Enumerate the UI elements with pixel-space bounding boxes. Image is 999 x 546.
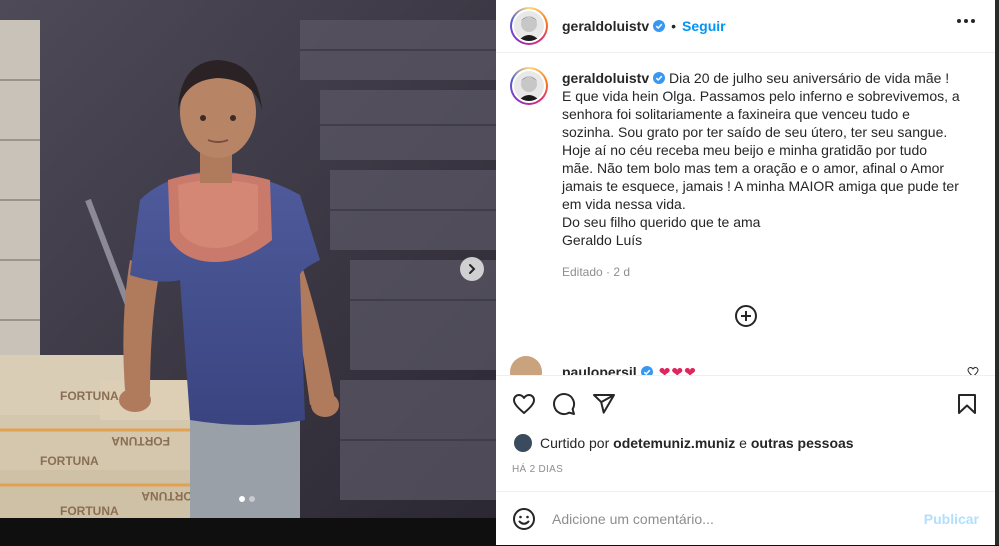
commenter-avatar[interactable] — [510, 356, 542, 375]
caption-username[interactable]: geraldoluistv — [562, 70, 649, 86]
carousel-indicator — [239, 496, 255, 502]
caption: geraldoluistv Dia 20 de julho seu aniver… — [562, 69, 962, 249]
post-actions — [496, 375, 995, 432]
post-side-panel: geraldoluistv • Seguir geraldoluistv Dia… — [496, 0, 995, 545]
heart-icon[interactable] — [512, 392, 536, 416]
emoji-icon[interactable] — [512, 507, 536, 531]
post-header: geraldoluistv • Seguir — [496, 0, 995, 53]
comment-heart-icon[interactable] — [967, 366, 979, 375]
verified-badge-icon — [653, 20, 666, 32]
liked-by-prefix: Curtido por — [540, 435, 610, 451]
author-avatar[interactable] — [510, 7, 548, 45]
window-edge — [995, 0, 999, 545]
post-time[interactable]: HÁ 2 DIAS — [512, 464, 563, 475]
post-photo: FORTUNA FORTUNA FORTUNA FORTUNA FORTUNA — [0, 0, 496, 518]
verified-badge-icon — [640, 366, 653, 375]
comment-input[interactable] — [550, 510, 904, 528]
caption-edited-time: Editado · 2 d — [562, 265, 631, 279]
more-options-icon[interactable] — [957, 19, 975, 23]
comment-item: paulopersil ❤❤❤ — [510, 356, 697, 375]
next-photo-button[interactable] — [460, 257, 484, 281]
publish-button[interactable]: Publicar — [924, 511, 979, 527]
bookmark-icon[interactable] — [955, 392, 979, 416]
avatar-photo — [514, 11, 544, 41]
avatar-photo — [514, 71, 544, 101]
add-circle-icon[interactable] — [734, 304, 758, 328]
caption-avatar[interactable] — [510, 67, 548, 105]
follow-button[interactable]: Seguir — [682, 18, 726, 34]
liker-avatar[interactable] — [514, 434, 532, 452]
post-media[interactable]: FORTUNA FORTUNA FORTUNA FORTUNA FORTUNA — [0, 0, 496, 518]
svg-text:FORTUNA: FORTUNA — [60, 389, 119, 403]
commenter-username[interactable]: paulopersil — [562, 364, 637, 375]
author-username[interactable]: geraldoluistv — [562, 18, 649, 34]
liked-by-others[interactable]: outras pessoas — [751, 435, 854, 451]
header-separator: • — [671, 18, 677, 34]
verified-badge-icon — [653, 72, 666, 84]
svg-text:FORTUNA: FORTUNA — [60, 504, 119, 518]
svg-text:FORTUNA: FORTUNA — [40, 454, 99, 468]
chevron-right-icon — [469, 264, 476, 274]
liked-by: Curtido por odetemuniz.muniz e outras pe… — [514, 434, 854, 452]
carousel-dot-active — [239, 496, 245, 502]
liked-by-suffix: e — [739, 435, 747, 451]
add-comment-bar: Publicar — [496, 491, 995, 546]
share-icon[interactable] — [592, 392, 616, 416]
carousel-dot — [249, 496, 255, 502]
caption-text: Dia 20 de julho seu aniversário de vida … — [562, 70, 960, 248]
comments-section[interactable]: geraldoluistv Dia 20 de julho seu aniver… — [496, 53, 995, 375]
comment-icon[interactable] — [552, 392, 576, 416]
comment-text: ❤❤❤ — [658, 363, 697, 376]
svg-text:FORTUNA: FORTUNA — [111, 434, 170, 448]
liked-by-user[interactable]: odetemuniz.muniz — [613, 435, 735, 451]
